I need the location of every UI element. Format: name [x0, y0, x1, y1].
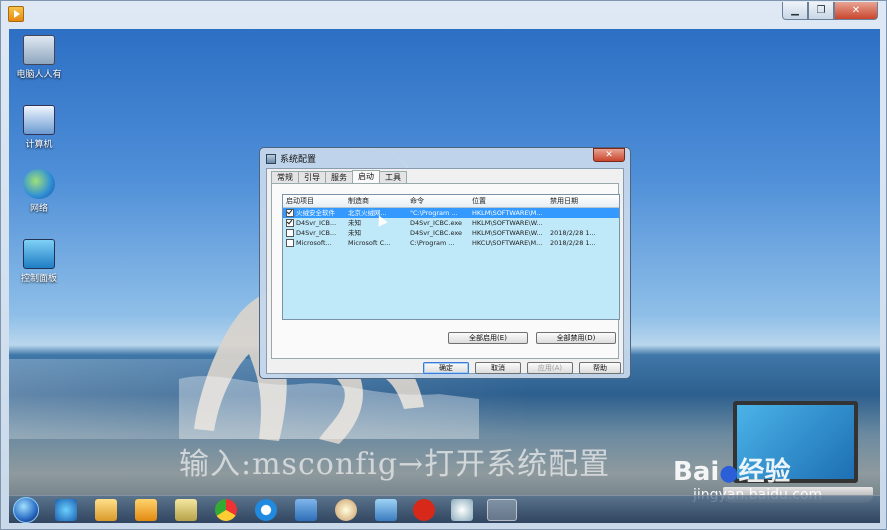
instruction-caption: 输入:msconfig→打开系统配置	[179, 447, 611, 482]
col-location[interactable]: 位置	[469, 195, 547, 207]
checkbox[interactable]	[286, 219, 294, 227]
folder-icon[interactable]	[95, 499, 117, 521]
window-titlebar: ▁ ❐ ✕	[1, 1, 886, 29]
media-player-icon[interactable]	[135, 499, 157, 521]
system-config-dialog: 系统配置 ✕ 常规 引导 服务 启动 工具 启动项目 制造商 命令 位置 禁用日…	[259, 147, 631, 379]
desktop-icon-control-panel[interactable]: 控制面板	[9, 239, 69, 284]
watermark-brand: Bai●经验	[673, 457, 791, 487]
start-button[interactable]	[13, 497, 39, 523]
chrome-icon[interactable]	[215, 499, 237, 521]
list-item[interactable]: Microsoft... Microsoft C... C:\Program .…	[283, 238, 619, 248]
dialog-close-button[interactable]: ✕	[593, 148, 625, 162]
list-item[interactable]: 火绒安全软件 北京火绒网... "C:\Program ... HKLM\SOF…	[283, 208, 619, 218]
enable-all-button[interactable]: 全部启用(E)	[448, 332, 528, 344]
col-startup-item[interactable]: 启动项目	[283, 195, 345, 207]
player-window: ▁ ❐ ✕ 电脑人人有 计算机 网络 控制面板 系统配置 ✕ 常规 引导 服务 …	[0, 0, 887, 530]
startup-panel: 启动项目 制造商 命令 位置 禁用日期 火绒安全软件 北京火绒网... "C:\…	[271, 183, 620, 359]
dialog-title: 系统配置	[280, 155, 317, 165]
help-button[interactable]: 帮助	[579, 362, 621, 374]
laptop-icon	[23, 35, 55, 65]
window-icon[interactable]	[295, 499, 317, 521]
col-manufacturer[interactable]: 制造商	[345, 195, 407, 207]
restore-button[interactable]: ❐	[808, 2, 834, 20]
ok-button[interactable]: 确定	[423, 362, 469, 374]
checkbox[interactable]	[286, 209, 294, 217]
ie-icon[interactable]	[55, 499, 77, 521]
minimize-button[interactable]: ▁	[782, 2, 808, 20]
gear-icon[interactable]	[451, 499, 473, 521]
dialog-titlebar: 系统配置	[266, 152, 316, 165]
startup-list[interactable]: 启动项目 制造商 命令 位置 禁用日期 火绒安全软件 北京火绒网... "C:\…	[282, 194, 620, 320]
apply-button[interactable]: 应用(A)	[527, 362, 573, 374]
col-date-disabled[interactable]: 禁用日期	[547, 195, 617, 207]
paw-icon: ●	[719, 461, 739, 486]
network-icon	[23, 169, 55, 199]
monitor-icon[interactable]	[375, 499, 397, 521]
checkbox[interactable]	[286, 229, 294, 237]
desktop-icon-user[interactable]: 电脑人人有	[9, 35, 69, 80]
browser-icon[interactable]	[255, 499, 277, 521]
player-app-icon[interactable]	[8, 6, 24, 22]
msconfig-task-icon[interactable]	[487, 499, 517, 521]
list-item[interactable]: D4Svr_ICB... 未知 D4Svr_ICBC.exe HKLM\SOFT…	[283, 228, 619, 238]
checkbox[interactable]	[286, 239, 294, 247]
desktop-icon-computer[interactable]: 计算机	[9, 105, 69, 150]
computer-icon	[23, 105, 55, 135]
cancel-button[interactable]: 取消	[475, 362, 521, 374]
col-command[interactable]: 命令	[407, 195, 469, 207]
desktop-screen: 电脑人人有 计算机 网络 控制面板 系统配置 ✕ 常规 引导 服务 启动 工具 …	[9, 29, 880, 523]
disable-all-button[interactable]: 全部禁用(D)	[536, 332, 616, 344]
close-button[interactable]: ✕	[834, 2, 878, 20]
taskbar	[9, 495, 880, 523]
control-panel-icon	[23, 239, 55, 269]
chess-icon[interactable]	[413, 499, 435, 521]
paint-icon[interactable]	[335, 499, 357, 521]
window-controls: ▁ ❐ ✕	[782, 2, 878, 20]
dialog-body: 常规 引导 服务 启动 工具 启动项目 制造商 命令 位置 禁用日期 火绒安全软…	[266, 168, 624, 374]
list-header: 启动项目 制造商 命令 位置 禁用日期	[283, 195, 619, 208]
settings-icon	[266, 153, 276, 164]
desktop-icon-network[interactable]: 网络	[9, 169, 69, 214]
list-item[interactable]: D4Svr_ICB... 未知 D4Svr_ICBC.exe HKLM\SOFT…	[283, 218, 619, 228]
folder-yellow-icon[interactable]	[175, 499, 197, 521]
